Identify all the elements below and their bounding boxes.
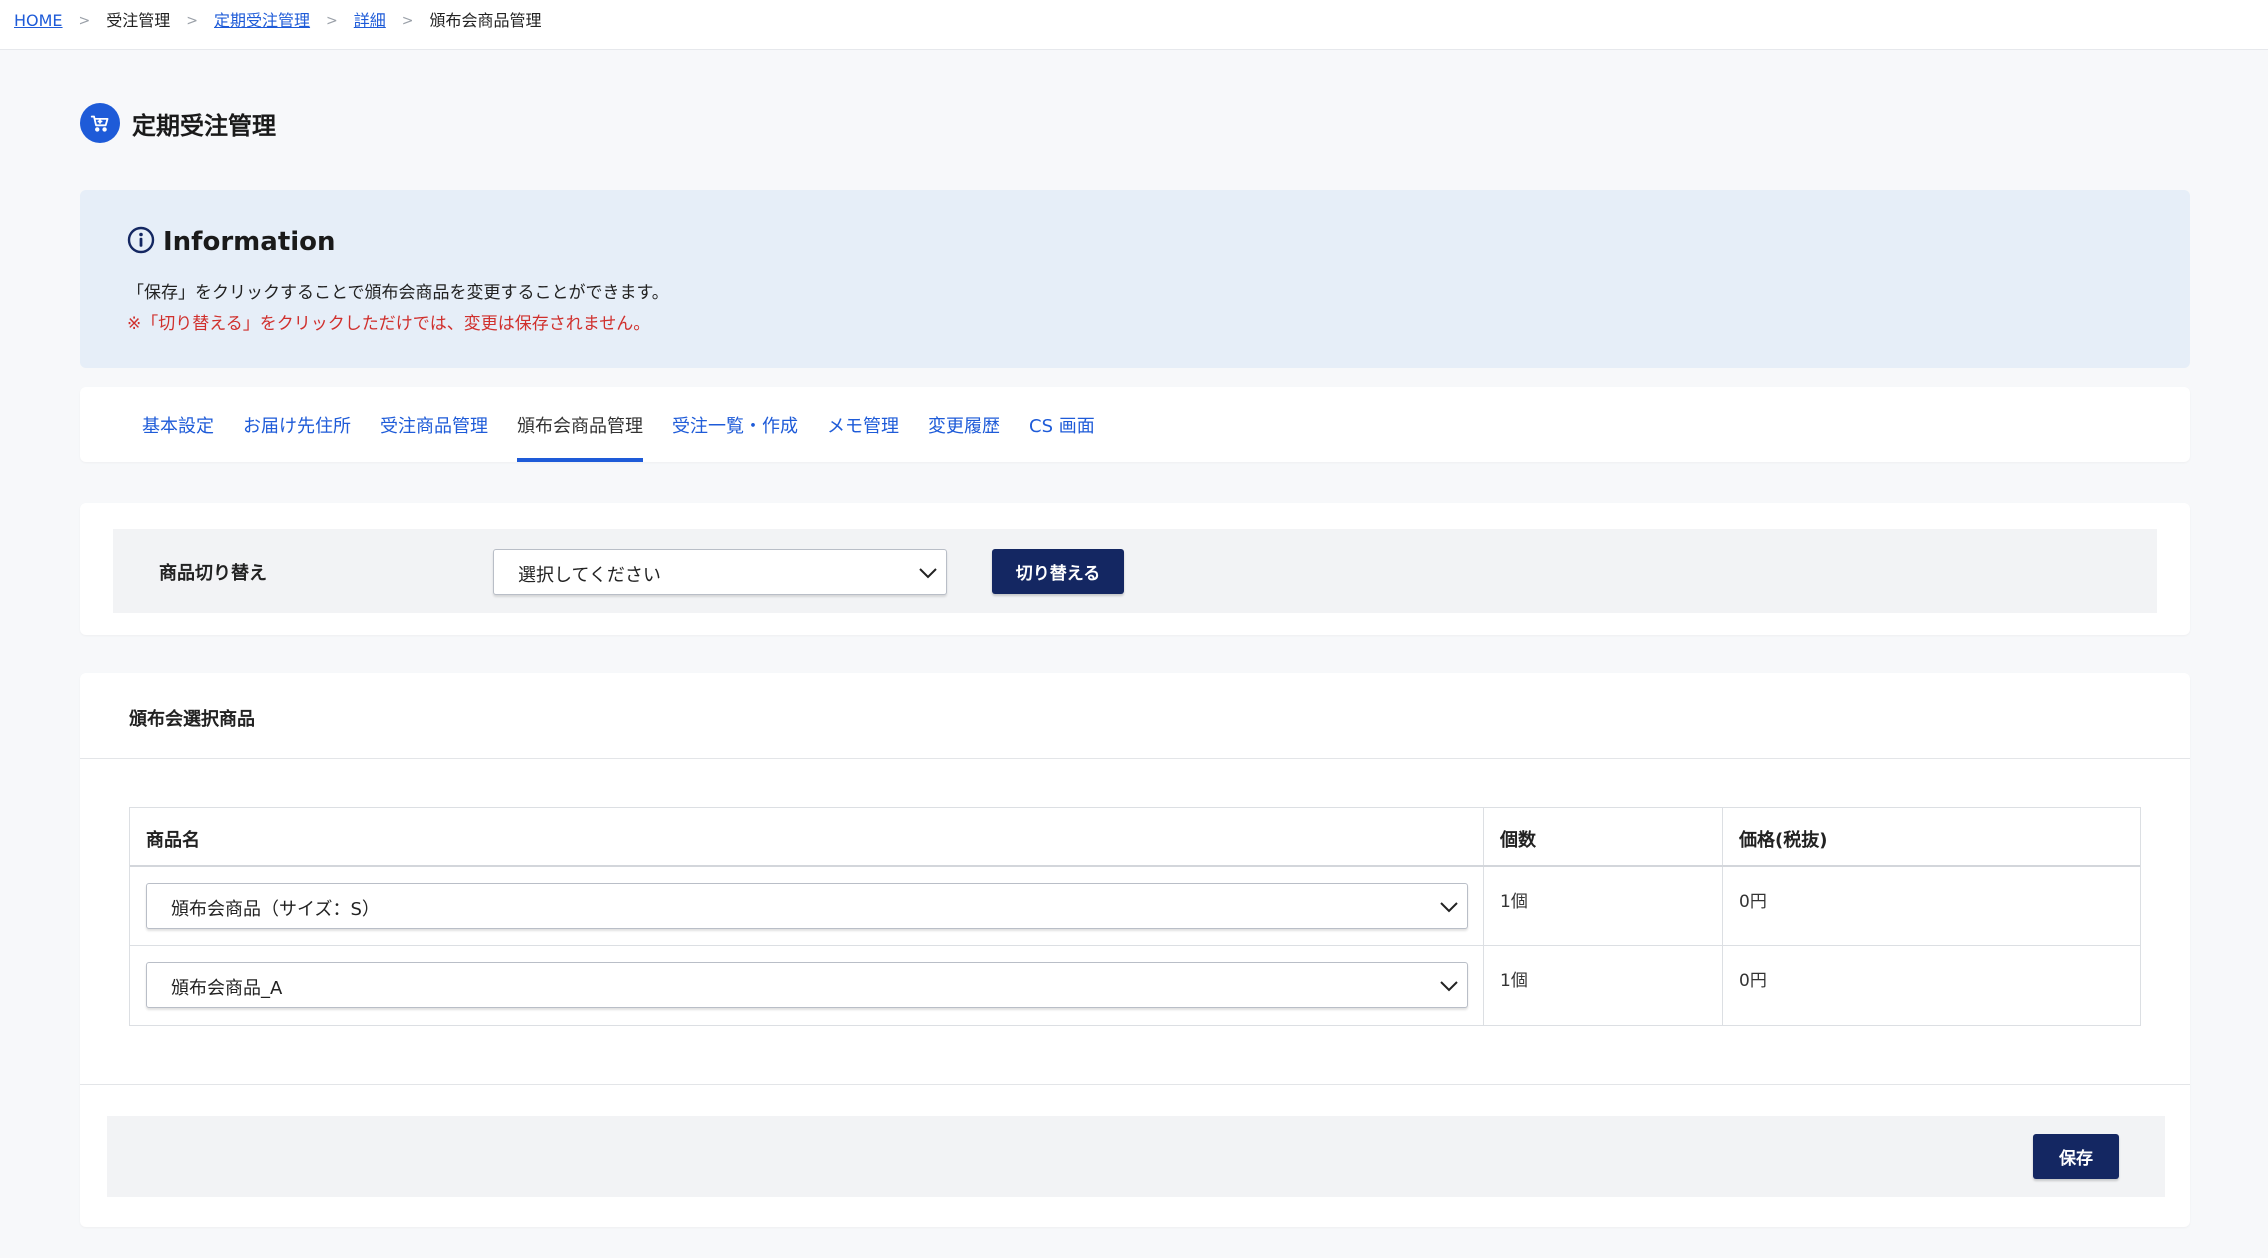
breadcrumb-separator: > <box>401 13 414 29</box>
quantity-cell: 1個 <box>1484 946 1723 1025</box>
table-row: 頒布会商品（サイズ：S） 1個 0円 <box>130 867 2140 946</box>
breadcrumb-order-management: 受注管理 <box>106 11 171 30</box>
switch-button[interactable]: 切り替える <box>992 549 1124 594</box>
product-switch-card: 商品切り替え 選択してください 切り替える <box>80 503 2190 635</box>
breadcrumb: HOME > 受注管理 > 定期受注管理 > 詳細 > 頒布会商品管理 <box>14 11 542 31</box>
quantity-cell: 1個 <box>1484 867 1723 945</box>
page-header: 定期受注管理 <box>80 103 276 143</box>
chevron-down-icon <box>919 568 937 579</box>
cart-icon <box>80 103 120 143</box>
breadcrumb-detail-link[interactable]: 詳細 <box>354 11 386 31</box>
product-switch-select-value: 選択してください <box>518 565 661 586</box>
information-title: Information <box>163 227 336 257</box>
information-panel: Information 「保存」をクリックすることで頒布会商品を変更することがで… <box>80 190 2190 368</box>
breadcrumb-home-link[interactable]: HOME <box>14 11 63 31</box>
price-cell: 0円 <box>1739 971 1767 991</box>
tab-list: 基本設定 お届け先住所 受注商品管理 頒布会商品管理 受注一覧・作成 メモ管理 … <box>142 387 1124 462</box>
product-switch-row: 商品切り替え 選択してください 切り替える <box>113 529 2157 613</box>
column-header-price: 価格(税抜) <box>1739 830 1828 851</box>
product-name-cell: 頒布会商品_A <box>130 946 1484 1025</box>
tab-order-list[interactable]: 受注一覧・作成 <box>672 387 798 462</box>
information-message: 「保存」をクリックすることで頒布会商品を変更することができます。 <box>127 283 669 303</box>
breadcrumb-bar: HOME > 受注管理 > 定期受注管理 > 詳細 > 頒布会商品管理 <box>0 0 2268 50</box>
form-footer <box>107 1116 2165 1197</box>
information-warning: ※「切り替える」をクリックしただけでは、変更は保存されません。 <box>127 314 651 334</box>
page-title: 定期受注管理 <box>132 111 276 140</box>
chevron-down-icon <box>1440 981 1458 992</box>
product-name-cell: 頒布会商品（サイズ：S） <box>130 867 1484 945</box>
tab-delivery-address[interactable]: お届け先住所 <box>243 387 351 462</box>
tab-order-products[interactable]: 受注商品管理 <box>380 387 488 462</box>
tab-history[interactable]: 変更履歴 <box>928 387 1000 462</box>
chevron-down-icon <box>1440 902 1458 913</box>
tab-memo[interactable]: メモ管理 <box>827 387 899 462</box>
product-switch-select[interactable]: 選択してください <box>493 549 947 595</box>
product-select[interactable]: 頒布会商品_A <box>146 962 1468 1008</box>
divider <box>80 1084 2190 1085</box>
tab-bar: 基本設定 お届け先住所 受注商品管理 頒布会商品管理 受注一覧・作成 メモ管理 … <box>80 387 2190 462</box>
table-header-row: 商品名 個数 価格(税抜) <box>130 808 2140 867</box>
product-select[interactable]: 頒布会商品（サイズ：S） <box>146 883 1468 929</box>
table-row: 頒布会商品_A 1個 0円 <box>130 946 2140 1025</box>
info-circle-icon <box>127 226 155 258</box>
column-header-quantity: 個数 <box>1484 808 1723 865</box>
product-select-value: 頒布会商品（サイズ：S） <box>171 899 380 920</box>
breadcrumb-current: 頒布会商品管理 <box>429 11 542 30</box>
breadcrumb-subscription-link[interactable]: 定期受注管理 <box>214 11 310 31</box>
breadcrumb-separator: > <box>78 13 91 29</box>
subscription-products-heading: 頒布会選択商品 <box>129 709 255 730</box>
tab-basic-settings[interactable]: 基本設定 <box>142 387 214 462</box>
save-button[interactable]: 保存 <box>2033 1134 2119 1179</box>
breadcrumb-separator: > <box>186 13 199 29</box>
tab-subscription-products[interactable]: 頒布会商品管理 <box>517 387 643 462</box>
product-switch-label: 商品切り替え <box>159 563 267 584</box>
tab-cs-screen[interactable]: CS 画面 <box>1029 387 1095 462</box>
subscription-products-table: 商品名 個数 価格(税抜) 頒布会商品（サイズ：S） 1個 0円 頒布会商品_A <box>129 807 2141 1026</box>
subscription-products-card: 頒布会選択商品 商品名 個数 価格(税抜) 頒布会商品（サイズ：S） 1個 0円 <box>80 673 2190 1227</box>
divider <box>80 758 2190 759</box>
price-cell: 0円 <box>1739 892 1767 912</box>
breadcrumb-separator: > <box>326 13 338 29</box>
product-select-value: 頒布会商品_A <box>171 978 283 999</box>
information-header: Information <box>127 226 336 258</box>
column-header-product-name: 商品名 <box>130 808 1484 865</box>
